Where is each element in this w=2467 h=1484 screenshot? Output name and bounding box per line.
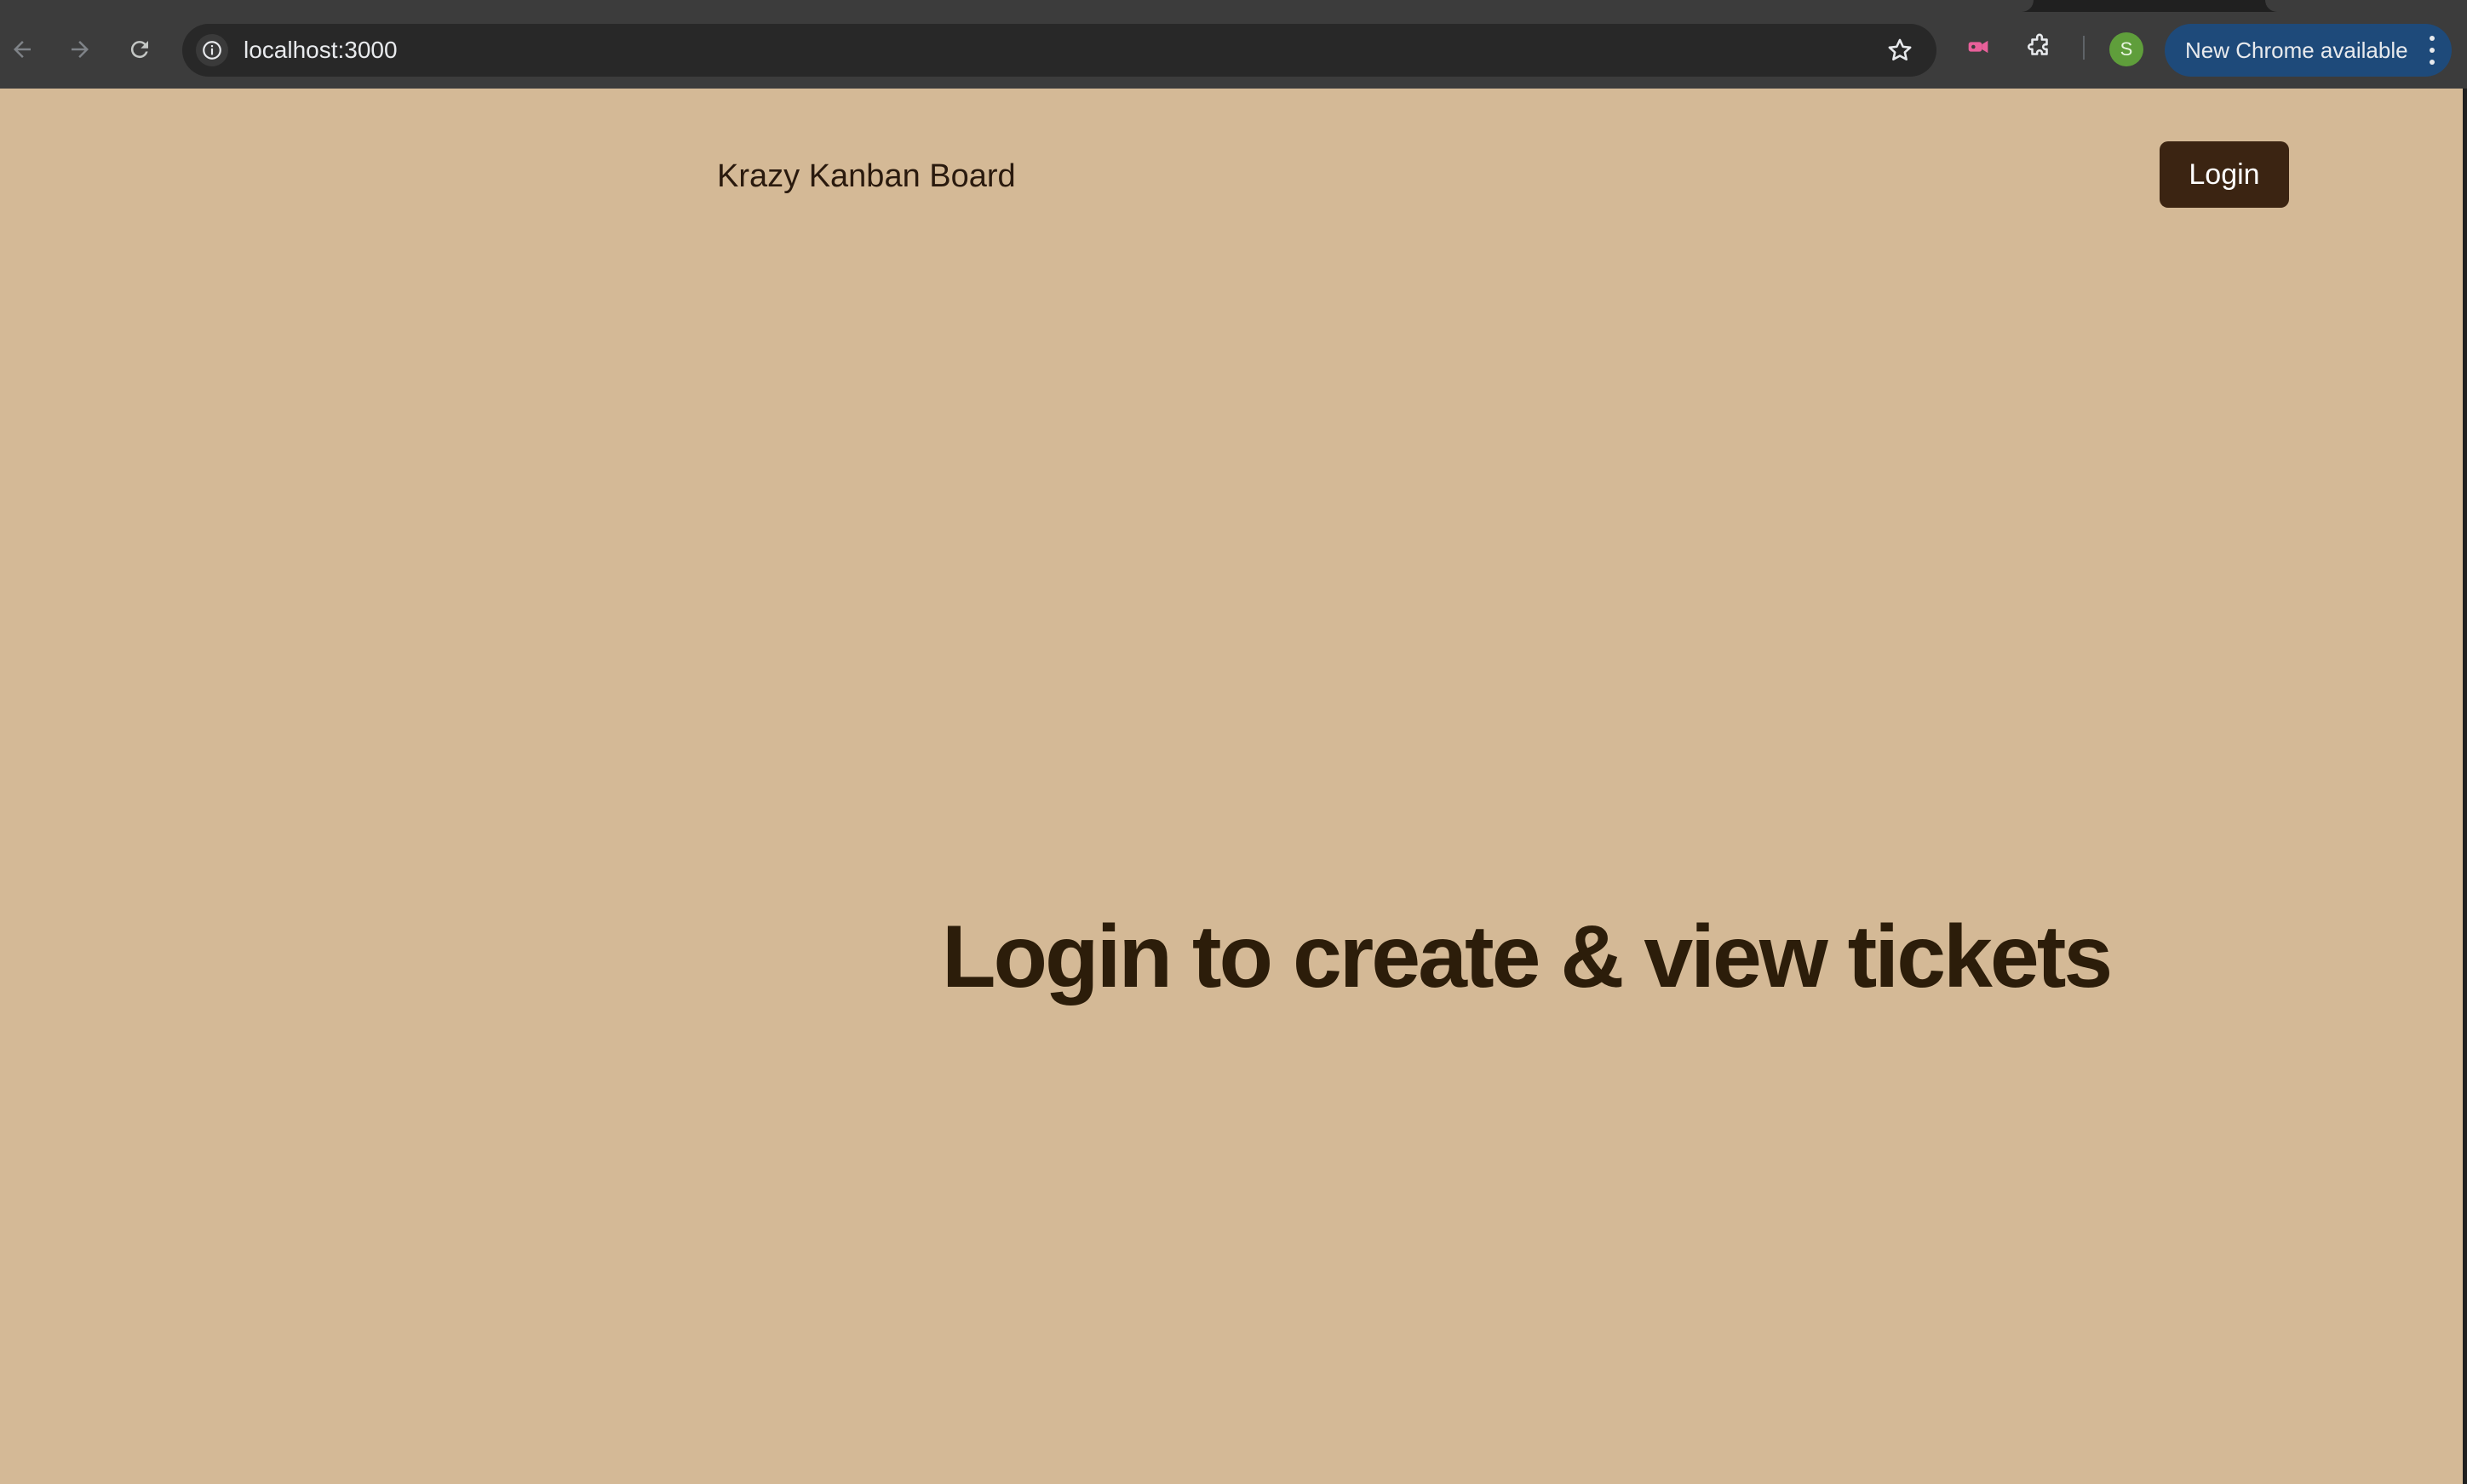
back-arrow-icon [14, 41, 31, 58]
star-icon[interactable] [1885, 36, 1914, 65]
browser-toolbar: localhost:3000 S New Chrome available [0, 12, 2467, 89]
window-edge [2463, 89, 2467, 1484]
recorder-extension-icon[interactable] [1964, 32, 1993, 61]
reload-icon [130, 41, 148, 59]
login-button[interactable]: Login [2160, 141, 2289, 208]
toolbar-separator [2083, 36, 2085, 60]
app-brand-title: Krazy Kanban Board [717, 158, 1016, 194]
tab-strip-right [2265, 0, 2467, 12]
kebab-menu-icon[interactable] [2428, 36, 2436, 65]
tab-strip [0, 0, 2467, 12]
browser-chrome: localhost:3000 S New Chrome available [0, 0, 2467, 89]
back-button[interactable] [3, 31, 41, 68]
active-tab-edge[interactable] [0, 0, 2034, 12]
info-icon [203, 41, 221, 60]
forward-arrow-icon [72, 41, 89, 58]
page-viewport: Krazy Kanban Board Login Login to create… [0, 89, 2463, 1484]
reload-button[interactable] [121, 31, 158, 68]
site-info-button[interactable] [196, 34, 228, 66]
address-bar[interactable]: localhost:3000 [182, 24, 1936, 77]
login-prompt-heading: Login to create & view tickets [942, 908, 2113, 1006]
profile-avatar[interactable]: S [2109, 32, 2143, 66]
url-text[interactable]: localhost:3000 [244, 37, 398, 64]
new-chrome-available-button[interactable]: New Chrome available [2165, 24, 2452, 77]
forward-button[interactable] [61, 31, 99, 68]
update-label: New Chrome available [2185, 37, 2408, 63]
puzzle-icon[interactable] [2025, 32, 2054, 61]
